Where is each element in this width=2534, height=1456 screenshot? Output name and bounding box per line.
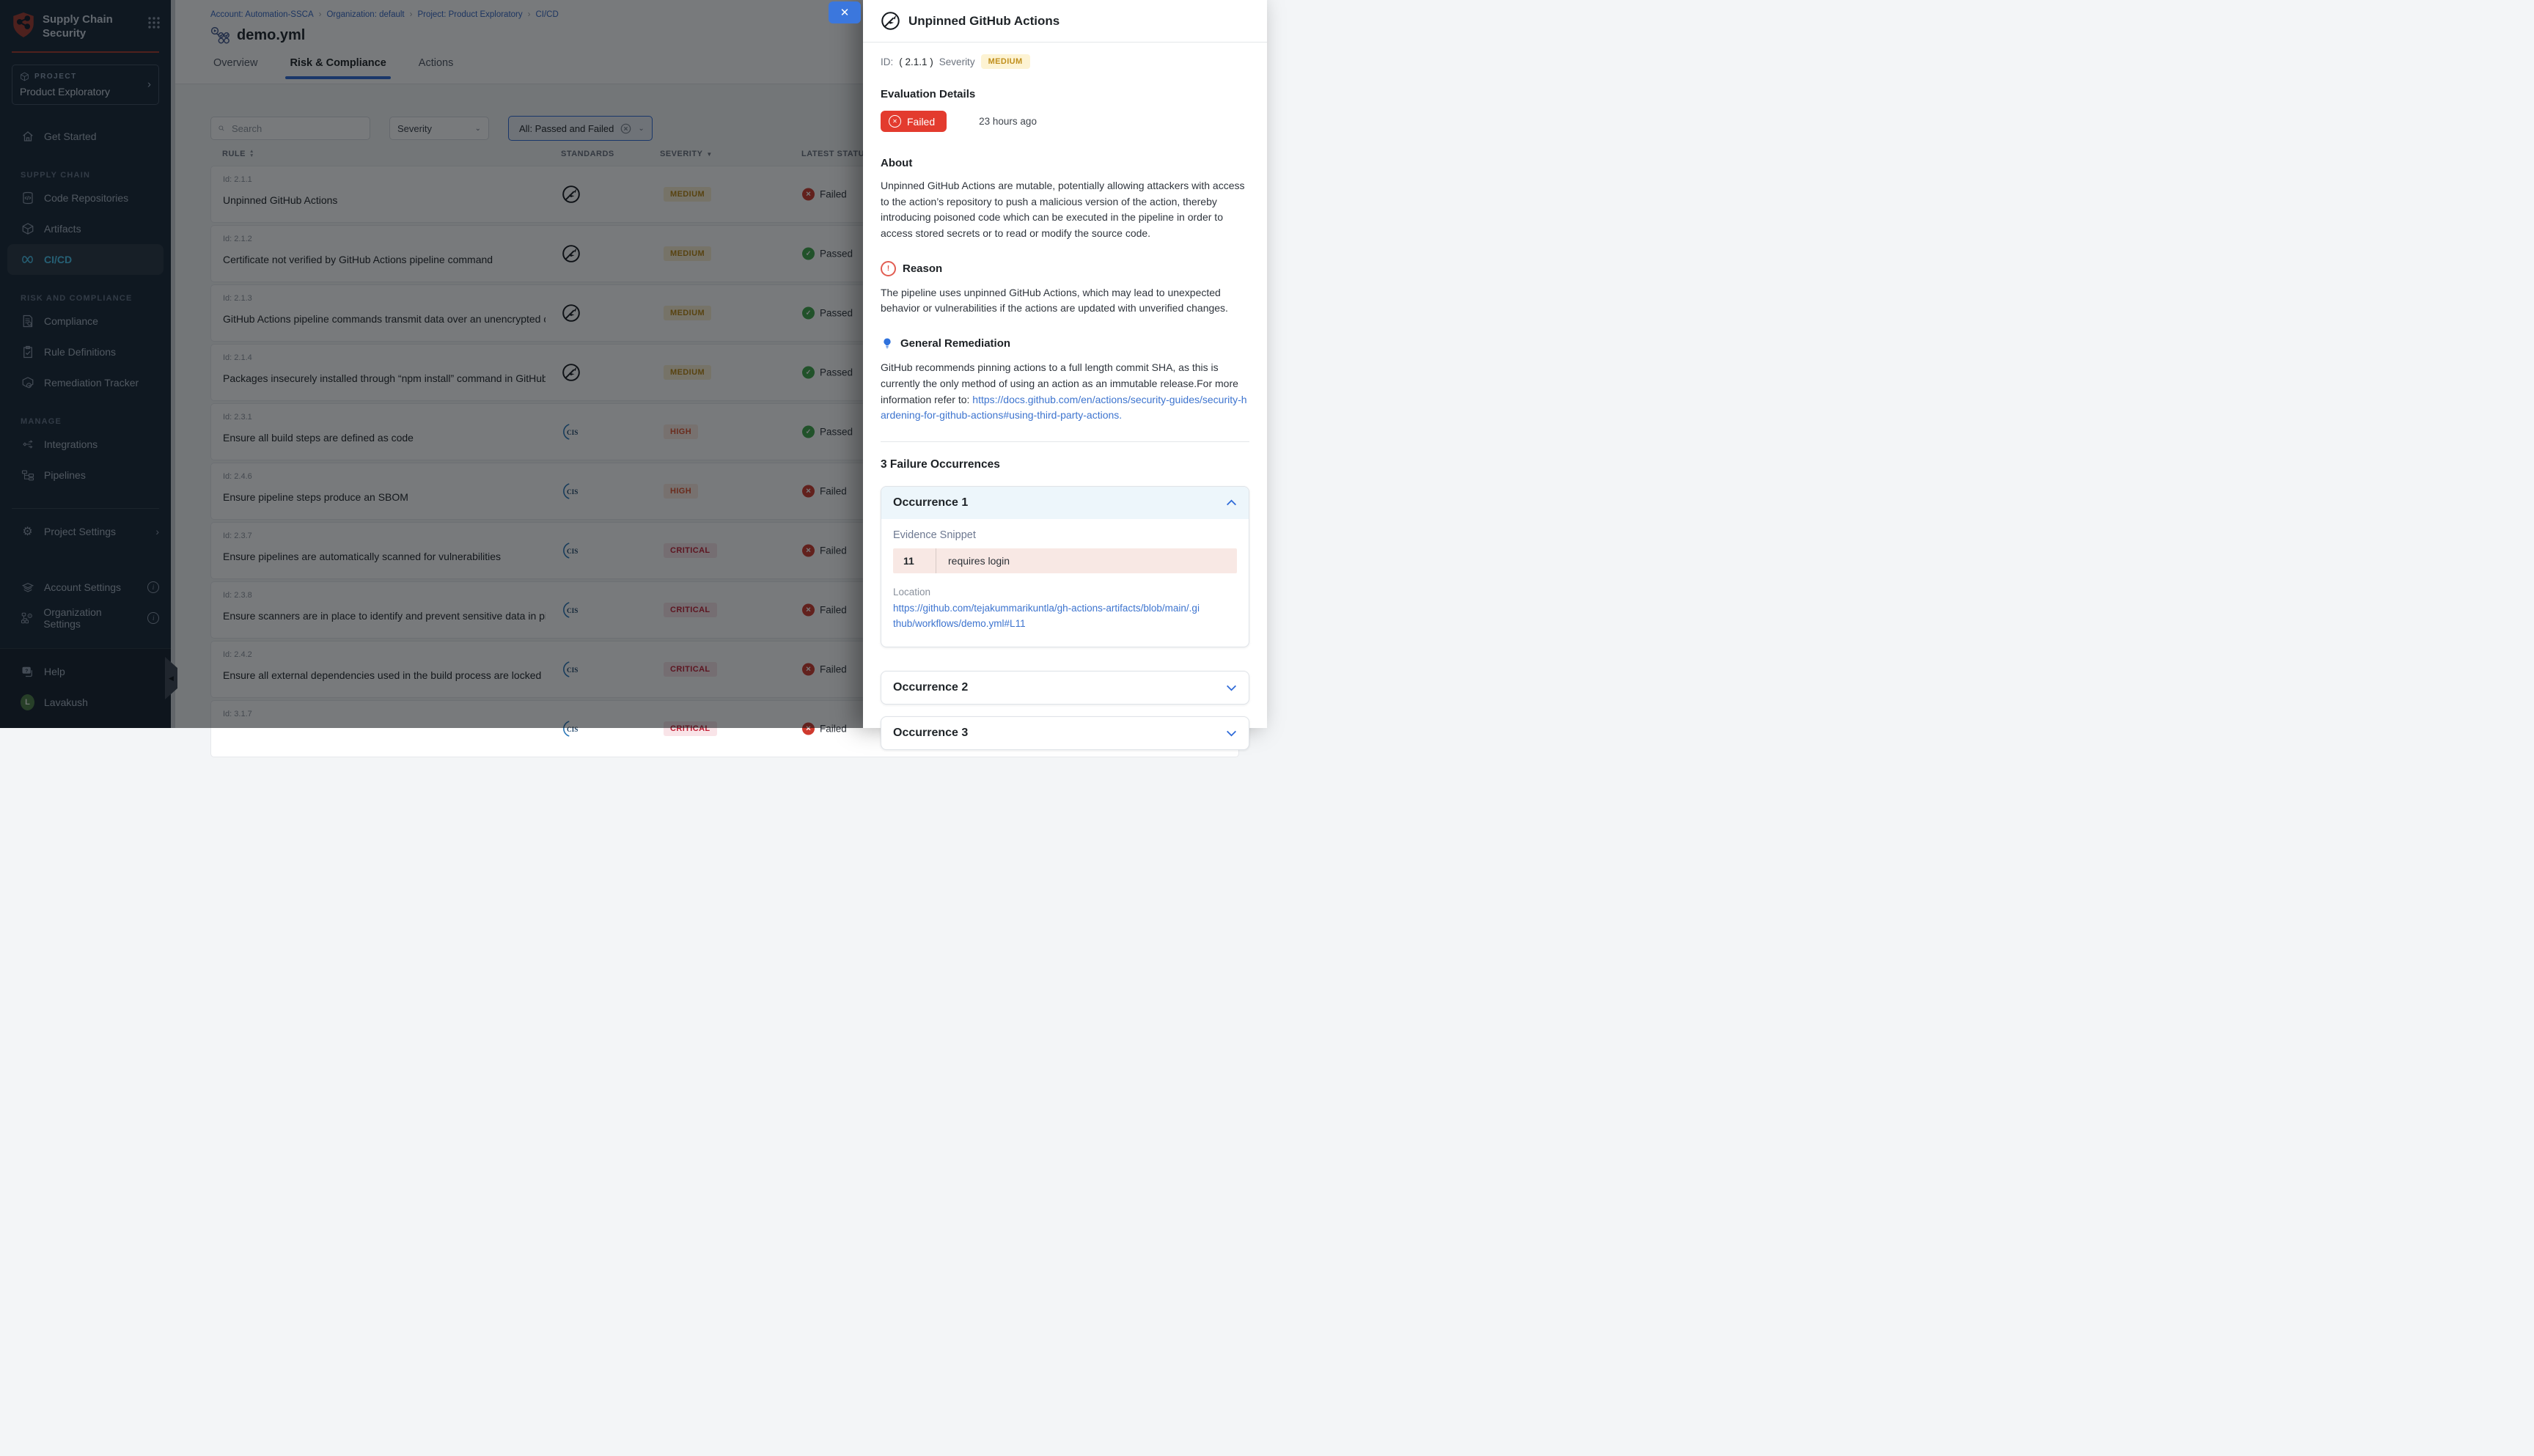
evidence-snippet-row: 11 requires login — [893, 548, 1237, 573]
alert-circle-icon: ! — [881, 261, 896, 276]
divider — [881, 441, 1249, 442]
snippet-text: requires login — [936, 548, 1010, 573]
drawer-header: Unpinned GitHub Actions — [863, 0, 1267, 43]
reason-text: The pipeline uses unpinned GitHub Action… — [881, 285, 1252, 317]
close-drawer-button[interactable]: ✕ — [829, 1, 861, 23]
occurrence-3-card: Occurrence 3 — [881, 716, 1249, 750]
about-heading: About — [881, 157, 1249, 169]
failed-status-pill: ✕ Failed — [881, 111, 947, 132]
occurrence-1-body: Evidence Snippet 11 requires login Locat… — [881, 519, 1249, 647]
rule-details-drawer: Unpinned GitHub Actions ID: ( 2.1.1 ) Se… — [863, 0, 1267, 728]
occurrence-2-card: Occurrence 2 — [881, 671, 1249, 705]
owasp-icon — [881, 11, 900, 31]
occurrence-1-card: Occurrence 1 Evidence Snippet 11 require… — [881, 486, 1249, 647]
occurrence-3-header[interactable]: Occurrence 3 — [881, 717, 1249, 749]
chevron-down-icon — [1226, 730, 1237, 737]
drawer-title: Unpinned GitHub Actions — [908, 14, 1059, 29]
x-circle-icon: ✕ — [889, 115, 901, 128]
occurrences-heading: 3 Failure Occurrences — [881, 458, 1249, 471]
chevron-down-icon — [1226, 685, 1237, 691]
location-link[interactable]: https://github.com/tejakummarikuntla/gh-… — [893, 600, 1201, 632]
line-number: 11 — [893, 548, 936, 573]
evidence-snippet-label: Evidence Snippet — [893, 529, 1237, 541]
reason-heading: Reason — [903, 262, 942, 275]
occurrence-2-header[interactable]: Occurrence 2 — [881, 672, 1249, 704]
about-text: Unpinned GitHub Actions are mutable, pot… — [881, 178, 1252, 242]
evaluation-details-heading: Evaluation Details — [881, 88, 1249, 100]
severity-badge: MEDIUM — [981, 54, 1030, 69]
location-label: Location — [893, 587, 1237, 598]
remediation-heading: General Remediation — [900, 337, 1010, 350]
chevron-up-icon — [1226, 499, 1237, 506]
occurrence-1-header[interactable]: Occurrence 1 — [881, 487, 1249, 519]
evaluation-time: 23 hours ago — [979, 116, 1037, 127]
overlay-scrim — [0, 0, 863, 728]
close-icon: ✕ — [840, 6, 850, 19]
remediation-text: GitHub recommends pinning actions to a f… — [881, 360, 1252, 424]
rule-id-row: ID: ( 2.1.1 ) Severity MEDIUM — [881, 54, 1249, 69]
rule-id-value: ( 2.1.1 ) — [899, 56, 933, 67]
lightbulb-icon — [881, 336, 894, 351]
